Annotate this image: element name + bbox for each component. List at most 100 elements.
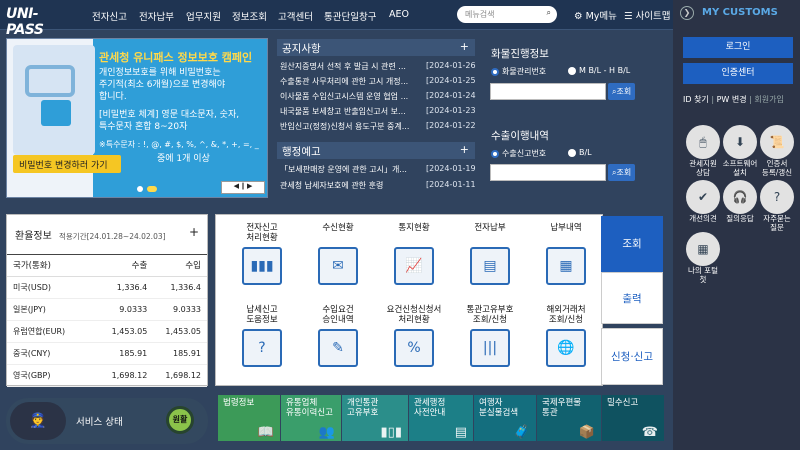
notice-header: 공지사항 + (277, 39, 475, 56)
change-pw-link[interactable]: PW 변경 (717, 95, 747, 104)
import-rate-cell: 9.0333 (173, 305, 201, 314)
notice-item-text: 반입신고(정정)신청서 용도구분 중계... (280, 122, 410, 131)
page-dot-active[interactable] (147, 186, 157, 192)
tile-label: 밀수신고 (607, 398, 639, 408)
nav-single-window[interactable]: 통관단일창구 (324, 9, 376, 23)
admin-notice-more-button[interactable]: + (460, 143, 469, 156)
service-payment-history[interactable]: 납부내역 ▦ (528, 223, 604, 285)
service-notification-status[interactable]: 통지현황 📈 (376, 223, 452, 285)
notice-item[interactable]: 이사물품 수입신고시스템 운영 협업 ... [2024-01-24] (280, 91, 476, 105)
signup-link[interactable]: 회원가입 (754, 95, 783, 104)
find-id-link[interactable]: ID 찾기 (683, 95, 709, 104)
sidebar-item-my-portal[interactable]: ▦ 나의 포털 첫 (683, 232, 723, 284)
banner-line: 합니다. (99, 92, 127, 102)
service-e-payment[interactable]: 전자납부 ▤ (452, 223, 528, 285)
exchange-rate-panel: 환율정보 적용기간[24.01.28~24.02.03] + 국가(통화) 수출 수… (6, 214, 208, 387)
admin-notice-item[interactable]: 관세청 납세자보호에 관한 훈령 [2024-01-11] (280, 180, 476, 194)
tile-smuggling-report[interactable]: 밀수신고 ☎ (602, 395, 664, 441)
cargo-search-button[interactable]: ⌕조회 (608, 83, 636, 100)
my-menu-button[interactable]: ⚙ My메뉴 (574, 8, 617, 22)
parcel-icon: 📦 (578, 425, 595, 440)
tab-application[interactable]: 신청·신고 (601, 328, 663, 385)
sidebar-item-faq[interactable]: ? 자주묻는 질문 (757, 180, 797, 232)
tile-distribution-report[interactable]: 유통업체 유통이력신고 👥 (281, 395, 341, 441)
search-button-label: 조회 (616, 168, 632, 177)
service-e-declaration-status[interactable]: 전자신고 처리현황 ▮▮▮ (224, 223, 300, 285)
sidebar-item-qna[interactable]: 🎧 질의응답 (720, 180, 760, 223)
radio-export-number[interactable]: 수출신고번호 (491, 148, 546, 159)
radio-selected-icon (491, 149, 499, 158)
service-receipt-status[interactable]: 수신현황 ✉ (300, 223, 376, 285)
tile-label: 개인통관 (347, 398, 379, 408)
speech-check-icon: ✔ (686, 180, 720, 214)
chat-cursor-icon: 🖱 (686, 125, 720, 159)
nav-info-inquiry[interactable]: 정보조회 (232, 9, 267, 23)
admin-notice-item[interactable]: 「보세판매장 운영에 관한 고시」개... [2024-01-19] (280, 164, 476, 178)
globe-search-icon: 🌐 (546, 329, 586, 367)
radio-bl-number[interactable]: M B/L - H B/L (568, 66, 630, 75)
banner-pagination[interactable] (137, 185, 161, 195)
sitemap-button[interactable]: ☰ 사이트맵 (624, 8, 671, 22)
notice-item[interactable]: 수출통관 사무처리에 관한 고시 개정... [2024-01-25] (280, 76, 476, 90)
notice-more-button[interactable]: + (460, 40, 469, 53)
unipass-logo[interactable]: UNI-PASS (6, 6, 70, 38)
tile-label: 유통업체 (286, 398, 318, 408)
banner-line: [비밀번호 체계] 영문 대소문자, 숫자, (99, 110, 240, 120)
payment-terminal-icon: ▤ (470, 247, 510, 285)
tile-traveler-lost-items[interactable]: 여행자 분실물검색 🧳 (474, 395, 536, 441)
service-label: 도움정보 (246, 315, 278, 325)
service-tax-filing-help[interactable]: 납세신고 도움정보? (224, 305, 300, 367)
tile-customs-admin-guide[interactable]: 관세행정 사전안내 ▤ (409, 395, 473, 441)
tile-personal-customs-code[interactable]: 개인통관 고유부호 ▮▯▮ (342, 395, 408, 441)
tab-print[interactable]: 출력 (601, 272, 663, 324)
nav-e-payment[interactable]: 전자납부 (139, 9, 174, 23)
campaign-banner[interactable]: 관세청 유니패스 정보보호 캠페인 개인정보보호를 위해 비밀번호는 주기적(최… (6, 38, 268, 198)
service-label: 처리현황 (398, 315, 430, 325)
help-book-icon: ? (242, 329, 282, 367)
banner-controls[interactable]: ◀ ∥ ▶ (221, 181, 265, 194)
sidebar-item-customs-consultation[interactable]: 🖱 관세지원 상담 (683, 125, 723, 177)
tab-inquiry[interactable]: 조회 (601, 216, 663, 272)
notice-item[interactable]: 원산지증명서 선적 후 발급 시 관련 ... [2024-01-26] (280, 61, 476, 75)
exchange-rate-more-button[interactable]: + (189, 225, 199, 239)
nav-e-declaration[interactable]: 전자신고 (92, 9, 127, 23)
notice-item-date: [2024-01-26] (426, 61, 476, 70)
headset-icon: 🎧 (723, 180, 757, 214)
radio-bl[interactable]: B/L (568, 148, 592, 157)
export-number-input[interactable] (490, 164, 606, 181)
service-label: 조회/신청 (472, 315, 508, 325)
radio-cargo-number[interactable]: 화물관리번호 (491, 66, 546, 77)
currency-cell: 미국(USD) (13, 283, 52, 292)
change-password-button[interactable]: 비밀번호 변경하러 가기 (13, 155, 121, 173)
nav-business-support[interactable]: 업무지원 (186, 9, 221, 23)
notice-item[interactable]: 반입신고(정정)신청서 용도구분 중계... [2024-01-22] (280, 121, 476, 135)
tile-international-mail[interactable]: 국제우편물 통관 📦 (537, 395, 601, 441)
menu-search-input[interactable]: 메뉴검색 ⌕ (457, 6, 557, 23)
service-customs-code-inquiry[interactable]: 통관고유부호 조회/신청 ||| (452, 305, 528, 367)
service-import-requirement-approval[interactable]: 수입요건 승인내역 ✎ (300, 305, 376, 367)
admin-notice-item-text: 관세청 납세자보호에 관한 훈령 (280, 181, 384, 190)
export-search-button[interactable]: ⌕조회 (608, 164, 636, 181)
service-overseas-trader-inquiry[interactable]: 해외거래처 조회/신청 🌐 (528, 305, 604, 367)
nav-customer-center[interactable]: 고객센터 (278, 9, 313, 23)
sidebar-item-software-install[interactable]: ⬇ 소프트웨어 설치 (720, 125, 760, 177)
envelope-monitor-icon: ✉ (318, 247, 358, 285)
service-label: 통관고유부호 (466, 305, 514, 315)
currency-cell: 중국(CNY) (13, 349, 51, 358)
certificate-center-button[interactable]: 인증센터 (683, 63, 793, 84)
sidebar-item-feedback[interactable]: ✔ 개선의견 (683, 180, 723, 223)
notice-item[interactable]: 내국물품 보세창고 반출입신고서 보... [2024-01-23] (280, 106, 476, 120)
service-requirement-application-status[interactable]: 요건신청신청서 처리현황% (376, 305, 452, 367)
service-label: 납세신고 (246, 305, 278, 315)
sidebar-item-label: 나의 포털 (688, 266, 718, 275)
service-label: 통지현황 (398, 223, 430, 233)
my-customs-header: ❯ MY CUSTOMS (680, 6, 794, 24)
sidebar-item-certificate-renew[interactable]: 📜 인증서 등록/갱신 (757, 125, 797, 177)
collapse-sidebar-icon[interactable]: ❯ (680, 6, 694, 20)
cargo-number-input[interactable] (490, 83, 606, 100)
nav-aeo[interactable]: AEO (389, 9, 409, 20)
search-icon[interactable]: ⌕ (547, 8, 551, 18)
login-button[interactable]: 로그인 (683, 37, 793, 58)
tile-legal-info[interactable]: 법령정보 📖 (218, 395, 280, 441)
page-dot[interactable] (137, 186, 143, 192)
